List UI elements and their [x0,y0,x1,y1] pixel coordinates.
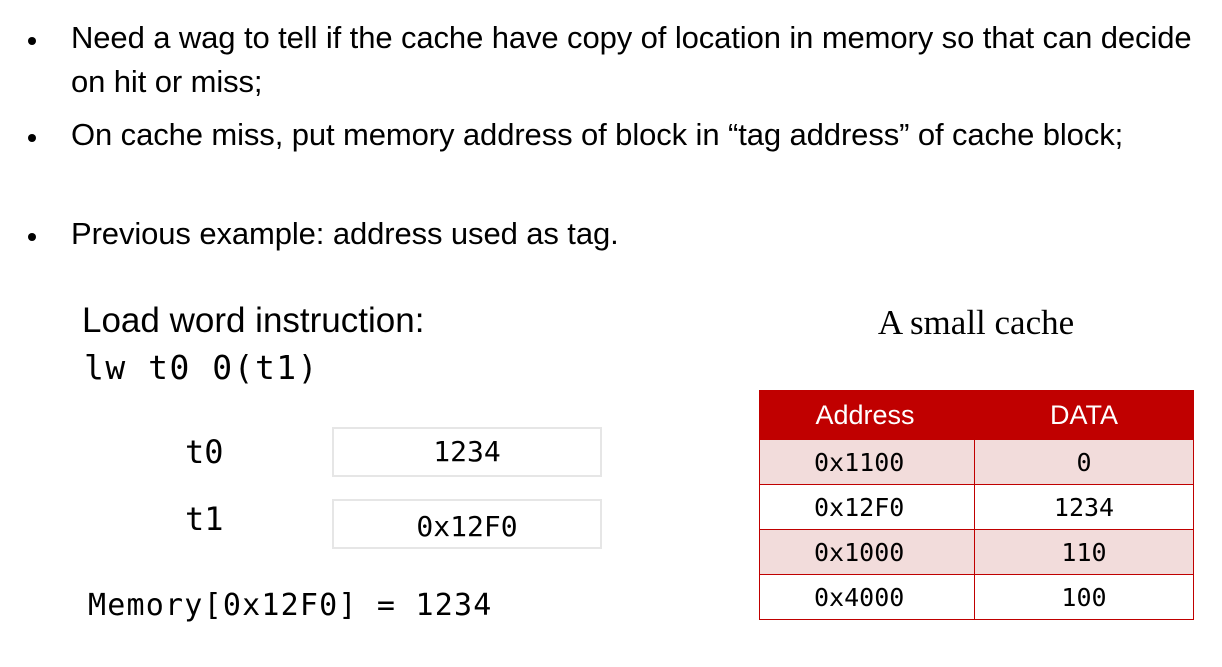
cache-address-cell: 0x1100 [759,439,975,485]
instruction-code: lw t0 0(t1) [84,348,320,387]
bullet-dot-icon [28,37,36,45]
cache-header-data: DATA [974,390,1194,440]
table-row: 0x1100 0 [759,439,1194,485]
bullet-dot-icon [28,134,36,142]
register-t1-value: 0x12F0 [332,499,602,549]
cache-data-cell: 110 [974,529,1194,575]
register-t0-value: 1234 [332,427,602,477]
register-t0-name: t0 [185,433,224,471]
table-row: 0x1000 110 [759,529,1194,575]
table-row: 0x4000 100 [759,574,1194,620]
instruction-heading: Load word instruction: [82,301,425,340]
cache-data-cell: 100 [974,574,1194,620]
cache-caption: A small cache [877,303,1075,342]
table-row: 0x12F0 1234 [759,484,1194,530]
register-t1-name: t1 [185,500,224,538]
cache-address-cell: 0x1000 [759,529,975,575]
cache-header-row: Address DATA [759,390,1194,440]
bullet-text: Previous example: address used as tag. [71,216,619,251]
cache-header-address: Address [759,390,975,440]
memory-statement: Memory[0x12F0] = 1234 [88,588,493,623]
bullet-text: Need a wag to tell if the cache have cop… [71,20,1192,99]
bullet-dot-icon [28,233,36,241]
cache-address-cell: 0x12F0 [759,484,975,530]
cache-data-cell: 1234 [974,484,1194,530]
cache-data-cell: 0 [974,439,1194,485]
bullet-text: On cache miss, put memory address of blo… [71,117,1124,152]
cache-address-cell: 0x4000 [759,574,975,620]
cache-table: Address DATA 0x1100 0 0x12F0 1234 0x1000… [759,390,1194,620]
